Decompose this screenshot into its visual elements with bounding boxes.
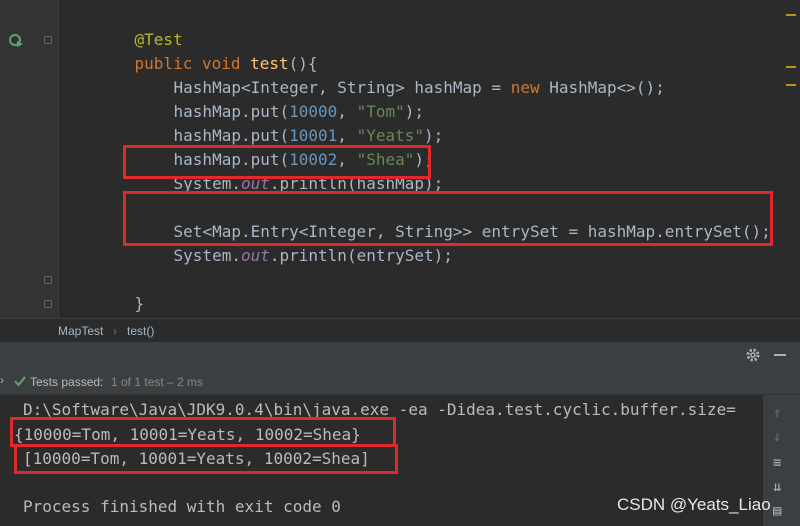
static-field-token: out <box>240 246 270 265</box>
check-icon <box>14 376 26 387</box>
breadcrumb: MapTest › test() <box>0 318 800 343</box>
breadcrumb-class[interactable]: MapTest <box>58 324 103 338</box>
highlight-box-output-hashmap <box>10 417 396 447</box>
highlight-box-print-hashmap <box>123 145 431 179</box>
test-results-bar: › Tests passed: 1 of 1 test – 2 ms <box>0 368 800 395</box>
run-panel-header <box>0 342 800 368</box>
run-test-icon[interactable] <box>8 32 24 48</box>
code-editor[interactable]: @Test public void test(){ HashMap<Intege… <box>0 0 800 318</box>
fold-marker-icon[interactable] <box>44 36 52 44</box>
watermark: CSDN @Yeats_Liao <box>617 495 771 514</box>
gutter-separator <box>58 0 59 318</box>
breadcrumb-separator: › <box>113 324 117 338</box>
code-line-put-2: hashMap.put(10001, "Yeats"); <box>135 100 444 145</box>
code-line-close-class: } <box>56 292 104 316</box>
console-exit-message: Process finished with exit code 0 <box>23 497 341 516</box>
scrollbar-marker[interactable] <box>786 66 796 68</box>
chevron-right-icon[interactable]: › <box>0 373 4 387</box>
scroll-to-end-icon[interactable]: ⇊ <box>773 479 781 495</box>
minimize-icon[interactable] <box>774 354 786 356</box>
code-line-annotation: @Test <box>96 4 183 49</box>
fold-marker-icon[interactable] <box>44 300 52 308</box>
test-count-label: 1 of 1 test – 2 ms <box>111 375 204 389</box>
code-line-method-signature: public void test(){ <box>96 28 318 73</box>
print-icon[interactable]: ▤ <box>773 503 781 519</box>
code-token: System. <box>173 246 241 265</box>
code-token: .println(entrySet); <box>269 246 453 265</box>
code-line-hashmap-decl: HashMap<Integer, String> hashMap = new H… <box>135 52 665 97</box>
keyword-token: new <box>510 78 540 97</box>
fold-marker-icon[interactable] <box>44 276 52 284</box>
soft-wrap-icon[interactable]: ≡ <box>773 455 781 471</box>
highlight-box-output-entryset <box>14 444 398 474</box>
breadcrumb-method[interactable]: test() <box>127 324 154 338</box>
arrow-down-icon[interactable]: ↓ <box>773 429 781 445</box>
gear-icon[interactable] <box>745 347 761 363</box>
tests-passed-label: Tests passed: <box>30 375 104 389</box>
highlight-box-entryset <box>123 191 773 246</box>
scrollbar-marker[interactable] <box>786 14 796 16</box>
code-line-put-1: hashMap.put(10000, "Tom"); <box>135 76 424 121</box>
code-line-close-method: } <box>96 268 145 313</box>
scrollbar-marker[interactable] <box>786 84 796 86</box>
arrow-up-icon[interactable]: ↑ <box>773 405 781 421</box>
decl-token: HashMap<>(); <box>539 78 665 97</box>
brace-token: } <box>134 294 145 313</box>
